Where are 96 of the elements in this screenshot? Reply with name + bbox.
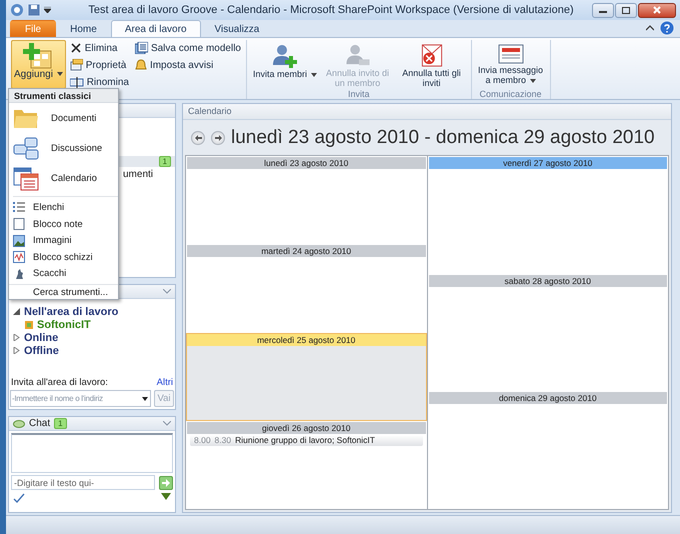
member-name[interactable]: SoftonicIT bbox=[37, 318, 91, 330]
calendar-icon bbox=[13, 166, 39, 191]
caret-icon bbox=[530, 78, 536, 83]
chess-piece-icon bbox=[13, 268, 25, 280]
ribbon-button[interactable]: Annulla tutti gli inviti bbox=[396, 40, 468, 89]
ribbon-tab[interactable]: Home bbox=[56, 20, 111, 37]
menu-item[interactable]: Scacchi bbox=[9, 266, 118, 282]
event-end: 8.30 bbox=[214, 435, 232, 446]
collapse-arrow-icon[interactable] bbox=[13, 308, 20, 315]
more-link[interactable]: Altri bbox=[156, 377, 173, 388]
plus-grid-icon bbox=[23, 43, 54, 69]
date-range-title: lunedì 23 agosto 2010 - domenica 29 agosto 2010 bbox=[231, 126, 655, 148]
menu-title: Strumenti classici bbox=[9, 89, 118, 103]
group-label: Invita bbox=[347, 89, 371, 99]
tree-item[interactable]: Offline bbox=[24, 344, 59, 356]
ribbon-button[interactable]: Invita membri bbox=[250, 40, 320, 89]
template-icon bbox=[134, 42, 148, 54]
count-badge: 1 bbox=[158, 156, 171, 167]
menu-item[interactable]: Immagini bbox=[9, 232, 118, 249]
panel-title: Calendario bbox=[183, 104, 671, 120]
menu-item[interactable]: Blocco schizzi bbox=[9, 249, 118, 266]
chevron-down-icon[interactable] bbox=[163, 421, 171, 426]
member-icon bbox=[25, 320, 33, 328]
chat-input[interactable]: -Digitare il testo qui- bbox=[11, 475, 155, 490]
ribbon-button[interactable]: Invia messaggio a membro bbox=[474, 40, 547, 89]
send-button[interactable] bbox=[159, 476, 173, 490]
tree-item[interactable]: Nell'area di lavoro bbox=[24, 306, 118, 318]
expand-arrow-icon[interactable] bbox=[13, 347, 20, 354]
properties-icon bbox=[70, 59, 83, 71]
folder-icon bbox=[13, 107, 39, 130]
speech-bubbles-icon bbox=[13, 136, 39, 161]
person-icon bbox=[344, 43, 371, 68]
chevron-down-icon[interactable] bbox=[163, 289, 171, 294]
event-title: Riunione gruppo di lavoro; SoftonicIT bbox=[235, 435, 375, 446]
previous-button[interactable] bbox=[191, 130, 205, 144]
notepad-icon bbox=[13, 218, 25, 230]
ribbon-button[interactable]: Elimina bbox=[68, 40, 131, 56]
menu-item[interactable]: Elenchi bbox=[9, 199, 118, 216]
caret-icon bbox=[56, 72, 63, 76]
menu-item[interactable]: Documenti bbox=[9, 103, 118, 134]
save-icon[interactable] bbox=[28, 4, 40, 16]
spellcheck-icon[interactable] bbox=[13, 493, 25, 503]
expand-arrow-icon[interactable] bbox=[13, 334, 20, 341]
dropdown-caret-icon bbox=[142, 397, 148, 401]
ribbon-button[interactable]: Aggiungi bbox=[11, 40, 66, 89]
day-header: martedì 24 agosto 2010 bbox=[187, 245, 426, 258]
day-header: domenica 29 agosto 2010 bbox=[428, 392, 667, 404]
tool-name: umenti bbox=[123, 169, 154, 180]
menu-item[interactable]: Calendario bbox=[9, 164, 118, 194]
ribbon-button[interactable]: Rinomina bbox=[68, 74, 131, 90]
close-button[interactable] bbox=[638, 2, 676, 18]
ribbon-button[interactable]: Imposta avvisi bbox=[132, 57, 243, 73]
app-icon bbox=[10, 3, 24, 17]
arrow-left-icon bbox=[194, 134, 202, 140]
menu-item[interactable]: Blocco note bbox=[9, 216, 118, 232]
count-badge: 1 bbox=[54, 418, 67, 429]
next-button[interactable] bbox=[211, 130, 225, 144]
day-header: giovedì 26 agosto 2010 bbox=[187, 422, 426, 434]
chat-bubble-icon bbox=[13, 420, 25, 428]
day-header: venerdì 27 agosto 2010 bbox=[428, 157, 667, 169]
sketch-icon bbox=[13, 251, 25, 264]
format-icon[interactable] bbox=[161, 493, 171, 500]
day-header: mercoledì 25 agosto 2010 bbox=[187, 334, 426, 346]
caret-icon bbox=[310, 72, 317, 77]
event-start: 8.00 bbox=[194, 435, 211, 446]
day-header: lunedì 23 agosto 2010 bbox=[187, 157, 426, 169]
close-icon bbox=[653, 6, 661, 14]
group-label: Comunicazione bbox=[478, 89, 543, 99]
chat-title: Chat bbox=[29, 418, 50, 429]
image-icon bbox=[13, 234, 25, 247]
ribbon-tab[interactable]: Area di lavoro bbox=[110, 20, 201, 37]
message-window-icon bbox=[498, 43, 524, 65]
invite-label: Invita all'area di lavoro: bbox=[11, 377, 108, 388]
day-cell[interactable]: mercoledì 25 agosto 2010 bbox=[186, 332, 426, 421]
bell-icon bbox=[134, 59, 147, 71]
minimize-button[interactable] bbox=[592, 2, 614, 18]
maximize-icon bbox=[622, 6, 630, 14]
arrow-right-icon bbox=[214, 134, 222, 140]
tree-item[interactable]: Online bbox=[24, 332, 58, 344]
list-icon bbox=[13, 201, 25, 214]
arrow-right-icon bbox=[162, 478, 170, 486]
window-title: Test area di lavoro Groove - Calendario - Microsoft SharePoint Workspace (Versione di valutazione) bbox=[87, 4, 575, 16]
ribbon-button[interactable]: Salva come modello bbox=[132, 40, 243, 56]
day-header: sabato 28 agosto 2010 bbox=[428, 274, 667, 287]
customize-caret-icon[interactable] bbox=[44, 7, 51, 13]
maximize-button[interactable] bbox=[615, 2, 637, 18]
delete-icon bbox=[70, 42, 82, 54]
rename-icon bbox=[70, 76, 84, 88]
invite-field[interactable]: -Immettere il nome o l'indiriz bbox=[10, 390, 151, 407]
ribbon-button[interactable]: Proprietà bbox=[68, 57, 131, 73]
collapse-ribbon-icon[interactable] bbox=[646, 25, 654, 31]
ribbon-tab[interactable]: Visualizza bbox=[200, 20, 274, 37]
person-plus-icon bbox=[272, 43, 298, 69]
help-icon[interactable] bbox=[660, 21, 674, 35]
calendar-event[interactable]: 8.00 8.30 Riunione gruppo di lavoro; SoftonicIT bbox=[190, 434, 422, 446]
menu-item[interactable]: Discussione bbox=[9, 133, 118, 164]
